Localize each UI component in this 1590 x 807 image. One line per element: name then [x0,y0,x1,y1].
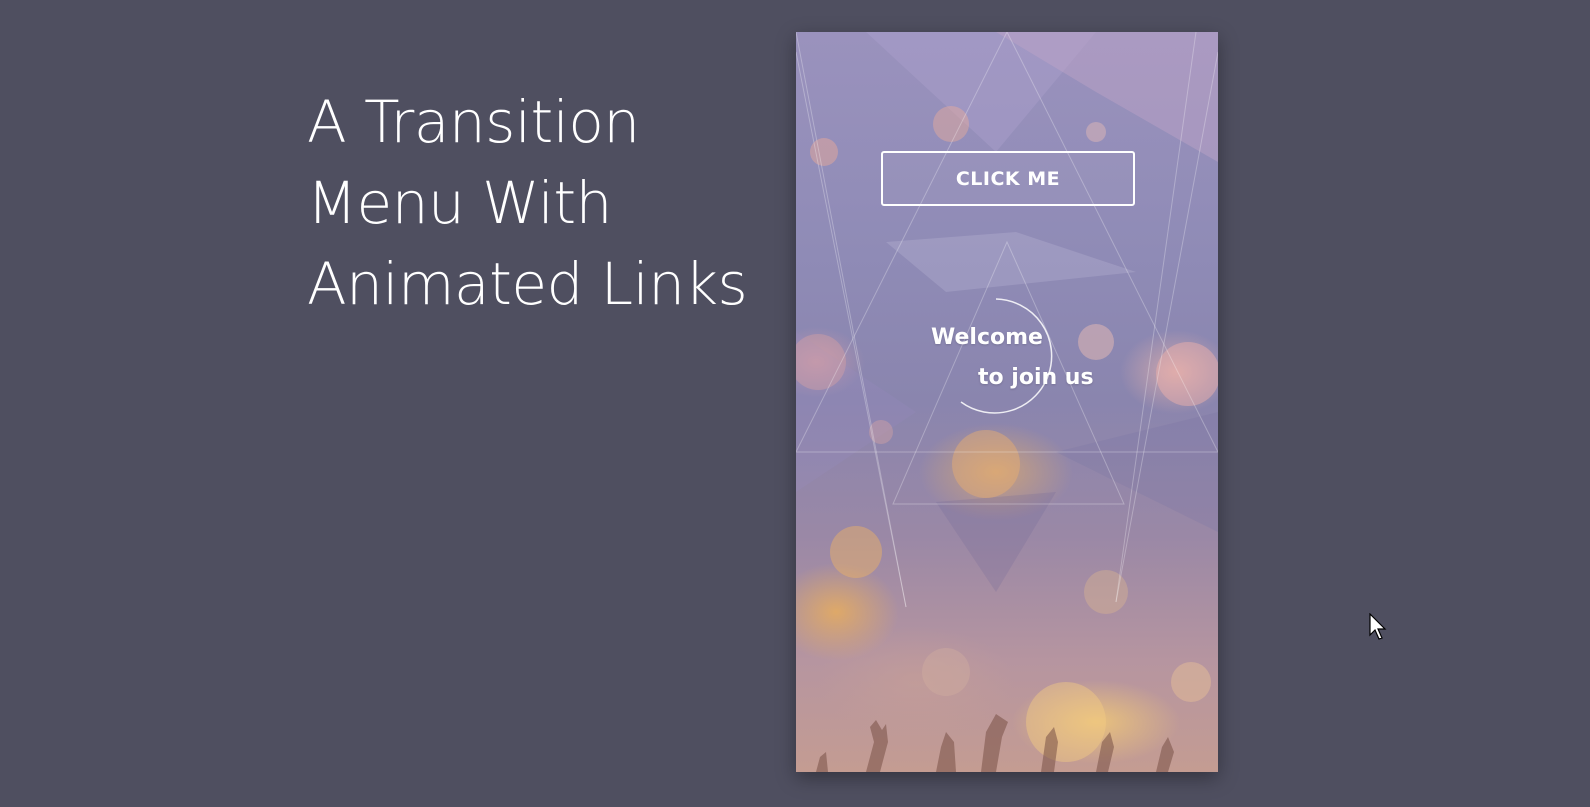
page-title: A Transition Menu With Animated Links [307,82,767,325]
click-me-button[interactable]: CLICK ME [881,151,1135,206]
welcome-line-2: to join us [978,365,1094,390]
title-line-2: Menu With [307,169,612,237]
title-line-1: A Transition [307,88,640,156]
welcome-message: Welcome to join us [931,318,1094,398]
background-artwork [796,32,1218,762]
page: A Transition Menu With Animated Links CL… [0,0,1590,807]
title-line-3: Animated Links [307,250,748,318]
mouse-pointer-icon [1369,613,1387,640]
welcome-line-1: Welcome [931,325,1043,350]
crowd-hands-silhouette [816,714,1174,772]
phone-preview: CLICK ME Welcome to join us [796,32,1218,772]
